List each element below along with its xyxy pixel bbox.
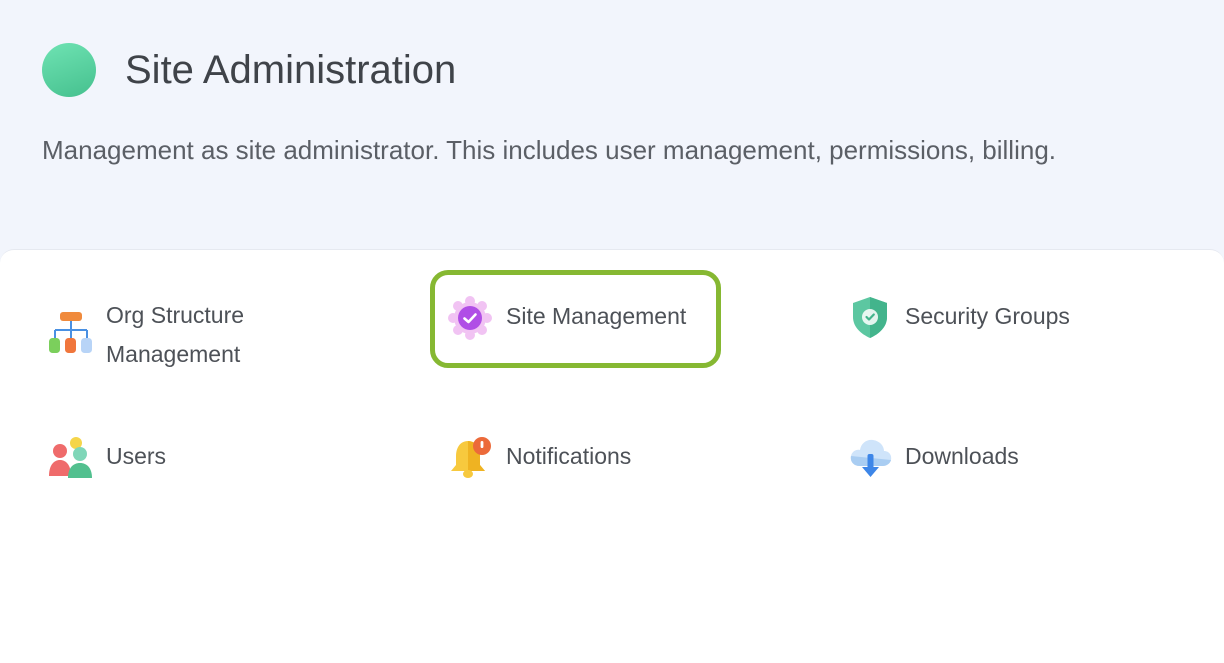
site-management-item[interactable]: Site Management bbox=[446, 296, 706, 340]
org-chart-icon bbox=[49, 312, 92, 353]
downloads-item[interactable]: Downloads bbox=[848, 436, 1068, 480]
menu-label-line2: Management bbox=[106, 341, 241, 367]
menu-label: Downloads bbox=[905, 443, 1019, 469]
menu-label: Org Structure bbox=[106, 302, 245, 328]
notifications-item[interactable]: Notifications bbox=[446, 436, 686, 480]
menu-label: Users bbox=[106, 443, 167, 469]
app-logo bbox=[42, 43, 96, 97]
page-header: Site Administration Management as site a… bbox=[0, 0, 1224, 250]
page-description: Management as site administrator. This i… bbox=[42, 135, 1056, 165]
security-groups-item[interactable]: Security Groups bbox=[848, 296, 1108, 340]
users-item[interactable]: Users bbox=[44, 436, 244, 480]
page-title: Site Administration bbox=[125, 48, 457, 92]
menu-label: Security Groups bbox=[905, 303, 1070, 329]
menu-label: Site Management bbox=[506, 303, 687, 329]
cloud-download-icon bbox=[850, 439, 892, 477]
menu-label: Notifications bbox=[506, 443, 632, 469]
org-structure-management-item[interactable]: Org Structure Management bbox=[44, 296, 344, 376]
users-icon bbox=[49, 437, 92, 478]
shield-icon bbox=[853, 297, 887, 338]
badge-check-icon bbox=[448, 296, 492, 340]
bell-icon bbox=[451, 437, 491, 478]
